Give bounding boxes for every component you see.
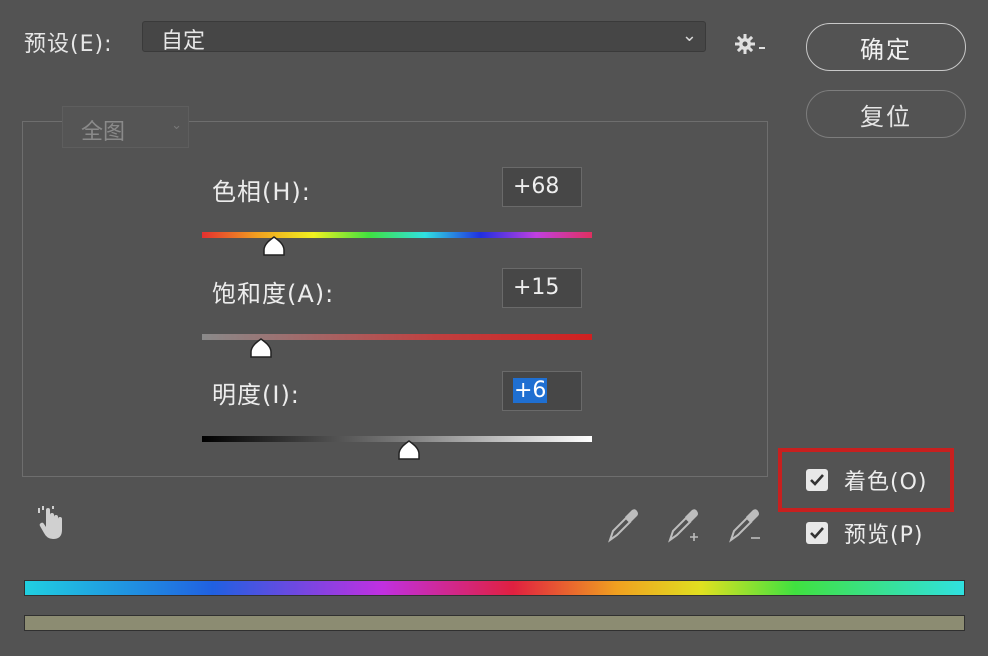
- reset-button[interactable]: 复位: [806, 90, 966, 138]
- hue-slider-thumb[interactable]: [262, 236, 286, 256]
- hand-scrubby-icon[interactable]: [36, 506, 68, 542]
- saturation-input[interactable]: +15: [502, 268, 582, 308]
- lightness-input[interactable]: +6: [502, 371, 582, 411]
- source-color-spectrum: [24, 580, 965, 596]
- lightness-label: 明度(I):: [212, 381, 300, 409]
- preset-select[interactable]: 自定 ⌄: [142, 21, 706, 54]
- lightness-slider-thumb[interactable]: [397, 440, 421, 460]
- saturation-slider-thumb[interactable]: [249, 338, 273, 358]
- hue-label: 色相(H):: [212, 178, 311, 206]
- gear-icon[interactable]: [735, 32, 769, 56]
- colorize-checkbox[interactable]: 着色(O): [806, 466, 928, 495]
- preview-checkbox[interactable]: 预览(P): [806, 519, 924, 548]
- channel-select[interactable]: 全图 ⌄: [62, 106, 189, 148]
- preset-label: 预设(E):: [24, 32, 113, 57]
- lightness-value-selection: +6: [513, 378, 548, 403]
- channel-value: 全图: [81, 120, 126, 145]
- checkmark-icon[interactable]: [806, 522, 828, 544]
- adjustment-group: [22, 121, 768, 477]
- colorize-label: 着色(O): [844, 470, 928, 495]
- eyedropper-icon[interactable]: [606, 506, 642, 544]
- eyedropper-subtract-icon[interactable]: [727, 506, 763, 544]
- result-color-bar: [24, 615, 965, 631]
- ok-button[interactable]: 确定: [806, 23, 966, 71]
- eyedropper-add-icon[interactable]: [666, 506, 702, 544]
- chevron-down-icon: ⌄: [681, 25, 697, 46]
- hue-slider-track[interactable]: [202, 232, 592, 238]
- preview-label: 预览(P): [844, 523, 924, 548]
- hue-input[interactable]: +68: [502, 167, 582, 207]
- checkmark-icon[interactable]: [806, 469, 828, 491]
- preset-value: 自定: [161, 29, 206, 54]
- saturation-label: 饱和度(A):: [212, 280, 335, 308]
- chevron-down-icon: ⌄: [171, 118, 182, 133]
